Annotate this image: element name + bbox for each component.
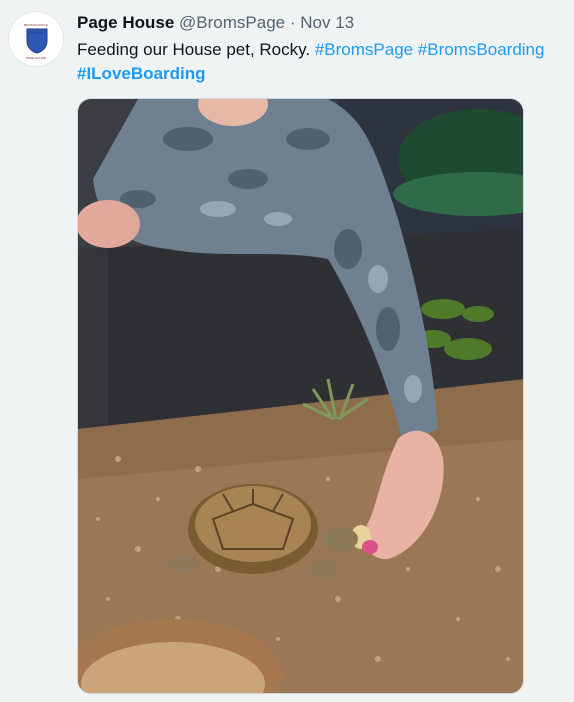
avatar[interactable]: BROMSGROVE PAGE HOUSE <box>8 11 64 67</box>
tweet-text-main: Feeding our House pet, Rocky. <box>77 40 311 59</box>
separator-dot: · <box>289 13 296 32</box>
author-handle[interactable]: @BromsPage <box>179 13 285 32</box>
hashtag-link[interactable]: #BromsPage <box>315 40 413 59</box>
tweet-date[interactable]: Nov 13 <box>300 13 354 32</box>
tweet-text: Feeding our House pet, Rocky. #BromsPage… <box>77 38 563 86</box>
hashtag-link[interactable]: #BromsBoarding <box>418 40 545 59</box>
shield-crest-icon <box>26 28 48 54</box>
avatar-top-text: BROMSGROVE <box>24 23 48 27</box>
tweet[interactable]: BROMSGROVE PAGE HOUSE Page House @BromsP… <box>0 0 574 702</box>
tweet-photo[interactable] <box>77 98 524 694</box>
avatar-bottom-text: PAGE HOUSE <box>26 56 46 60</box>
hashtag-link[interactable]: #ILoveBoarding <box>77 64 205 83</box>
tortoise-feeding-photo <box>78 99 523 693</box>
author-name[interactable]: Page House <box>77 13 174 32</box>
tweet-header: Page House @BromsPage · Nov 13 <box>77 12 354 34</box>
